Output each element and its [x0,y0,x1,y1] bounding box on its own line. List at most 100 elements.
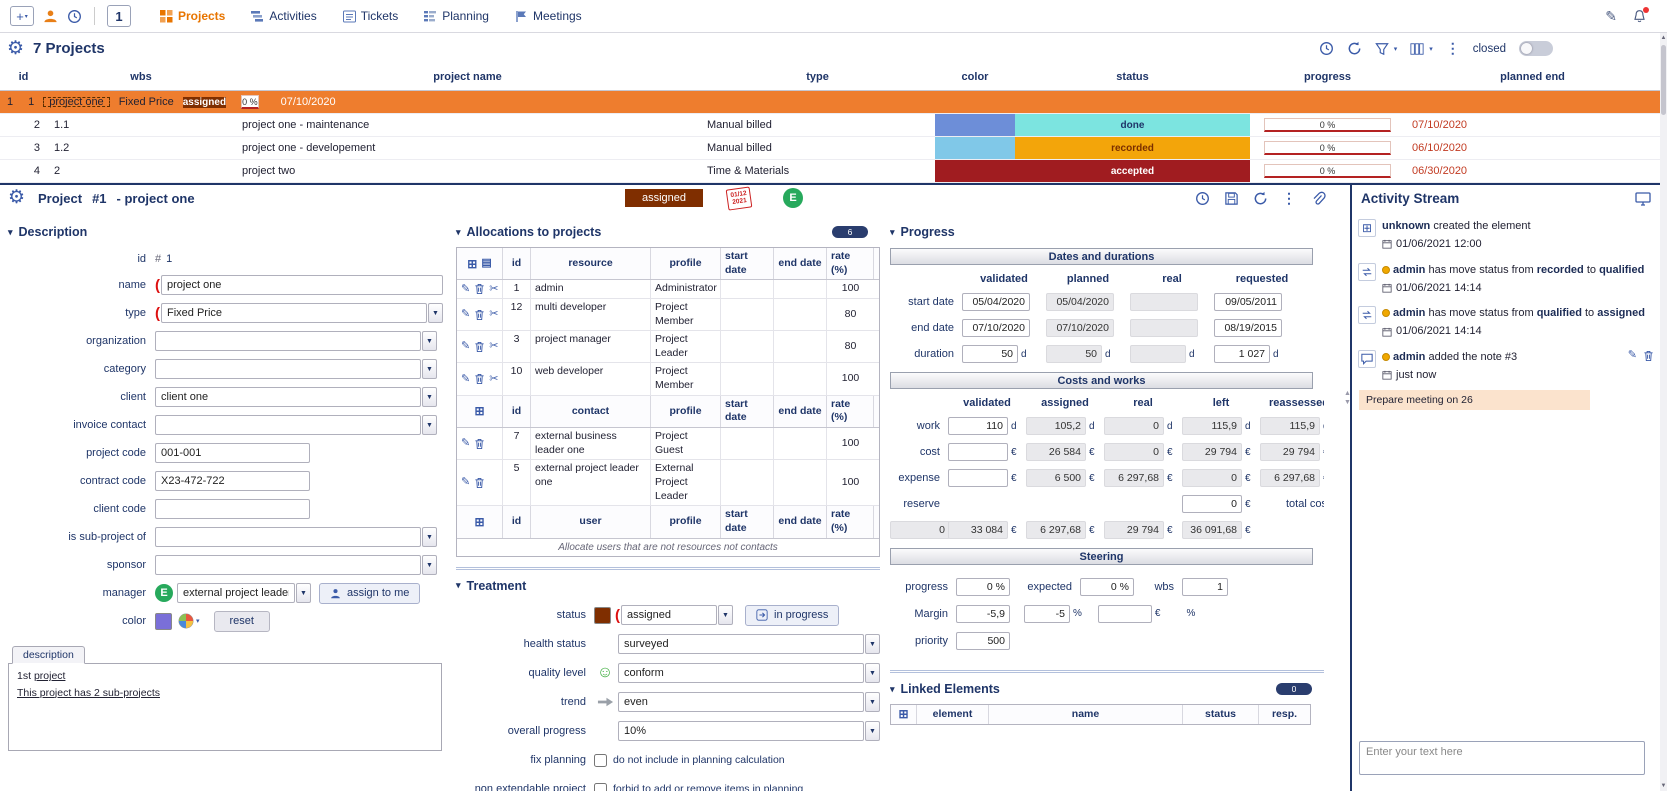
add-user-icon[interactable]: ⊞ [474,516,484,528]
project-row[interactable]: 4 2 project two Time & Materials accepte… [0,160,1660,183]
add-contact-icon[interactable]: ⊞ [474,405,484,417]
manager-input[interactable] [177,583,295,603]
overall-progress-input[interactable] [618,721,864,742]
col-header-id[interactable]: id [503,395,531,428]
subproject-select[interactable]: ▼ [155,527,437,547]
edit-pencil-icon[interactable]: ✎ [461,283,470,295]
chevron-down-icon[interactable]: ▼ [422,555,437,575]
more-options-icon[interactable]: ⋮ [1446,40,1460,57]
col-header-id[interactable]: id [503,506,531,538]
in-progress-button[interactable]: in progress [745,604,840,626]
chevron-down-icon[interactable]: ▾ [196,617,200,625]
col-header-resource[interactable]: resource [531,248,651,280]
project-link[interactable]: project [34,670,66,682]
subproject-input[interactable] [155,527,421,547]
col-header-rate[interactable]: rate (%) [827,395,874,428]
invoice-contact-input[interactable] [155,415,421,435]
chevron-down-icon[interactable]: ▼ [865,663,880,684]
trend-input[interactable] [618,692,864,713]
detail-settings-gear-icon[interactable]: ⚙ [8,188,25,207]
edit-pencil-icon[interactable]: ✎ [461,373,470,385]
more-options-icon[interactable]: ⋮ [1282,190,1296,207]
screen-icon[interactable] [1635,191,1651,206]
end-validated-input[interactable] [962,319,1030,337]
col-header-start-date[interactable]: start date [721,395,774,428]
open-items-counter[interactable]: 1 [107,5,131,27]
activity-comment-input[interactable] [1359,741,1645,775]
recent-clock-icon[interactable] [67,9,82,24]
duration-requested-input[interactable] [1214,345,1270,363]
col-header-user[interactable]: user [531,506,651,538]
list-settings-gear-icon[interactable]: ⚙ [7,39,24,58]
refresh-icon[interactable] [1253,191,1268,206]
project-row[interactable]: 1 1 project one Fixed Price assigned 0 %… [0,91,1660,114]
col-header-end-date[interactable]: end date [774,506,827,538]
category-select[interactable]: ▼ [155,359,437,379]
trash-icon[interactable] [474,373,485,385]
project-row[interactable]: 3 1.2 project one - developement Manual … [0,137,1660,160]
linked-count-badge[interactable]: 0 [1276,683,1312,695]
description-editor[interactable]: 1st project This project has 2 sub-proje… [8,663,442,751]
organization-select[interactable]: ▼ [155,331,437,351]
project-code-input[interactable] [155,443,310,463]
start-validated-input[interactable] [962,293,1030,311]
user-icon[interactable] [43,9,58,24]
project-row[interactable]: 2 1.1 project one - maintenance Manual b… [0,114,1660,137]
health-status-select[interactable]: ▼ [618,634,880,655]
cost-validated-input[interactable] [948,443,1008,461]
trend-select[interactable]: ▼ [618,692,880,713]
quality-level-select[interactable]: ▼ [618,663,880,684]
wbs-input[interactable] [1182,577,1228,596]
edit-pencil-icon[interactable]: ✎ [461,477,470,488]
col-header-start-date[interactable]: start date [721,248,774,280]
trash-icon[interactable] [474,438,485,450]
save-icon[interactable] [1224,191,1239,206]
allocation-row[interactable]: ✎ ✂ 1 admin Administrator 100 [457,280,879,299]
chevron-down-icon[interactable]: ▼ [422,387,437,407]
reserve-input[interactable] [1182,495,1242,513]
tab-tickets[interactable]: Tickets [342,9,398,23]
description-tab[interactable]: description [12,646,85,664]
collapse-caret-icon[interactable]: ▾ [890,684,895,695]
allocation-row[interactable]: ✎ ✂ 12 multi developer Project Member 80 [457,298,879,332]
trash-icon[interactable] [474,309,485,321]
col-header-rate[interactable]: rate (%) [827,248,874,280]
col-header-name[interactable]: name [989,705,1183,724]
edit-pencil-icon[interactable]: ✎ [461,341,470,352]
tab-projects[interactable]: Projects [160,9,225,23]
tab-meetings[interactable]: Meetings [515,9,582,23]
chevron-down-icon[interactable]: ▼ [422,359,437,379]
quality-level-input[interactable] [618,663,864,684]
invoice-contact-select[interactable]: ▼ [155,415,437,435]
cell-project-name[interactable]: project one [42,96,110,108]
col-header-profile[interactable]: profile [651,248,721,280]
col-header-status[interactable]: status [1015,71,1250,83]
category-input[interactable] [155,359,421,379]
columns-icon[interactable] [1410,42,1424,56]
scissors-icon[interactable]: ✂ [489,373,498,385]
client-input[interactable] [155,387,421,407]
add-allocation-icon[interactable]: ⊞ [467,258,477,270]
activity-item[interactable]: admin has move status from recorded to q… [1352,256,1660,300]
color-wheel-icon[interactable] [178,613,194,629]
chevron-down-icon[interactable]: ▾ [1394,45,1398,53]
scissors-icon[interactable]: ✂ [489,283,498,295]
scroll-up-icon[interactable]: ▲ [1660,35,1667,41]
collapse-caret-icon[interactable]: ▾ [456,227,461,238]
activity-item[interactable]: ⊞ unknown created the element 01/06/2021… [1352,212,1660,256]
col-header-end-date[interactable]: end date [774,248,827,280]
manager-select[interactable]: ▼ [177,583,311,603]
status-select[interactable]: ▼ [621,605,733,626]
allocations-count-badge[interactable]: 6 [832,226,868,238]
list-menu-icon[interactable]: ▤ [481,258,491,269]
filter-icon[interactable] [1374,42,1389,56]
organization-input[interactable] [155,331,421,351]
edit-pencil-icon[interactable]: ✎ [461,309,470,320]
col-header-progress[interactable]: progress [1250,71,1405,83]
col-header-profile[interactable]: profile [651,395,721,428]
col-header-color[interactable]: color [935,71,1015,83]
chevron-down-icon[interactable]: ▼ [428,303,443,323]
client-code-input[interactable] [155,499,310,519]
reset-color-button[interactable]: reset [213,610,270,632]
scrollbar-thumb[interactable] [1661,45,1666,115]
